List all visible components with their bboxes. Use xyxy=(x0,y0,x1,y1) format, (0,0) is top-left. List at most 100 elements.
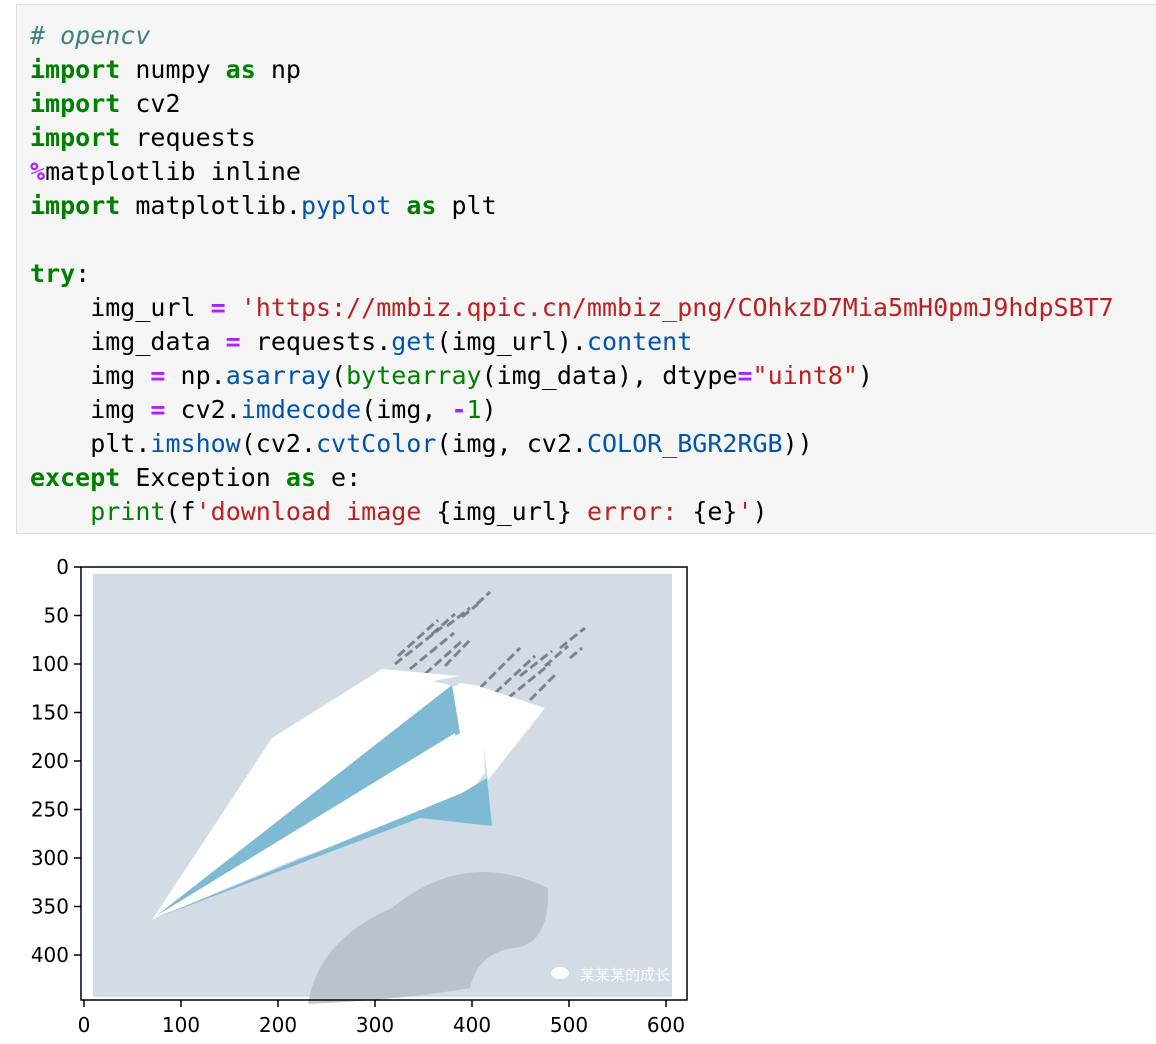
code-token: img xyxy=(30,361,151,390)
code-cell[interactable]: # opencv import numpy as np import cv2 impo… xyxy=(16,4,1156,534)
code-token: as xyxy=(225,55,256,84)
x-tick-label: 400 xyxy=(453,1013,491,1037)
code-token: = xyxy=(737,361,753,390)
code-token: )) xyxy=(782,429,813,458)
x-tick-label: 200 xyxy=(259,1013,297,1037)
code-token: (img_data), dtype xyxy=(481,361,738,390)
code-token: (img, xyxy=(361,395,452,424)
code-token: plt. xyxy=(30,429,151,458)
watermark-text: 某某某的成长 xyxy=(580,966,670,984)
code-line: print(f'download image {img_url} error: … xyxy=(30,495,768,529)
code-token: {e} xyxy=(692,497,738,526)
code-token: asarray xyxy=(225,361,332,390)
x-tick-label: 500 xyxy=(550,1013,588,1037)
code-token: (cv2. xyxy=(240,429,316,458)
code-line: import matplotlib.pyplot as plt xyxy=(30,189,497,223)
y-tick-label: 100 xyxy=(31,652,69,676)
code-token: COLOR_BGR2RGB xyxy=(586,429,783,458)
code-token: = xyxy=(150,395,166,424)
code-token: import xyxy=(30,123,121,152)
code-token: Exception xyxy=(120,463,286,492)
code-token: 'download image xyxy=(195,497,437,526)
output-plot: 某某某的成长 0 50 100 150 200 250 300 350 400 0 100 200 300… xyxy=(0,548,720,1044)
code-token: get xyxy=(391,327,437,356)
code-token: cv2. xyxy=(165,395,241,424)
code-token: imdecode xyxy=(240,395,362,424)
code-token: ) xyxy=(752,497,768,526)
code-token: import xyxy=(30,191,121,220)
code-token: = xyxy=(210,293,226,322)
code-line: plt.imshow(cv2.cvtColor(img, cv2.COLOR_B… xyxy=(30,427,813,461)
code-line: import numpy as np xyxy=(30,53,301,87)
code-token: img_url xyxy=(30,293,211,322)
code-token: % xyxy=(30,157,46,186)
image-plot: 某某某的成长 0 50 100 150 200 250 300 350 400 0 100 200 300… xyxy=(31,555,688,1037)
y-tick-label: 50 xyxy=(44,604,69,628)
code-token: : xyxy=(75,259,91,288)
code-token: ' xyxy=(737,497,753,526)
code-token: img_data xyxy=(30,327,226,356)
code-token: imshow xyxy=(150,429,241,458)
code-line: img_url = 'https://mmbiz.qpic.cn/mmbiz_p… xyxy=(30,291,1114,325)
watermark-icon xyxy=(551,967,569,979)
x-tick-label: 600 xyxy=(647,1013,685,1037)
code-token: img xyxy=(30,395,151,424)
code-line: import cv2 xyxy=(30,87,181,121)
y-tick-label: 300 xyxy=(31,846,69,870)
code-token: np. xyxy=(165,361,226,390)
y-tick-label: 350 xyxy=(31,895,69,919)
code-token: cvtColor xyxy=(316,429,437,458)
code-line: import requests xyxy=(30,121,256,155)
code-token: as xyxy=(285,463,316,492)
code-token: pyplot xyxy=(300,191,392,220)
code-token: ) xyxy=(481,395,497,424)
code-token: e: xyxy=(316,463,362,492)
y-tick-label: 200 xyxy=(31,749,69,773)
code-token: # opencv xyxy=(30,21,151,50)
y-tick-label: 0 xyxy=(56,555,69,579)
code-token: - xyxy=(451,395,467,424)
code-token: (f xyxy=(165,497,196,526)
x-tick-label: 0 xyxy=(78,1013,91,1037)
x-tick-label: 100 xyxy=(162,1013,200,1037)
code-line: img_data = requests.get(img_url).content xyxy=(30,325,692,359)
code-token: (img_url). xyxy=(436,327,587,356)
code-line: except Exception as e: xyxy=(30,461,361,495)
code-token: = xyxy=(225,327,241,356)
code-token: bytearray xyxy=(346,361,482,390)
code-token: numpy xyxy=(120,55,226,84)
code-token: matplotlib inline xyxy=(45,157,301,186)
code-token: except xyxy=(30,463,121,492)
y-tick-label: 250 xyxy=(31,798,69,822)
y-tick-label: 400 xyxy=(31,943,69,967)
code-token: import xyxy=(30,89,121,118)
code-line: img = cv2.imdecode(img, -1) xyxy=(30,393,497,427)
code-token: np xyxy=(255,55,301,84)
code-token: content xyxy=(586,327,693,356)
code-line: # opencv xyxy=(30,19,150,53)
y-tick-label: 150 xyxy=(31,701,69,725)
code-token: "uint8" xyxy=(752,361,858,390)
code-token: = xyxy=(150,361,166,390)
code-token: 'https://mmbiz.qpic.cn/mmbiz_png/COhkzD7… xyxy=(240,293,1114,322)
code-line: img = np.asarray(bytearray(img_data), dt… xyxy=(30,359,873,393)
code-line: try: xyxy=(30,257,90,291)
code-token: ( xyxy=(331,361,347,390)
code-token: requests. xyxy=(240,327,392,356)
code-token: import xyxy=(30,55,121,84)
code-token: {img_url} xyxy=(436,497,572,526)
code-token: cv2 xyxy=(120,89,181,118)
x-tick-label: 300 xyxy=(356,1013,394,1037)
code-token: 1 xyxy=(466,395,482,424)
code-token: try xyxy=(30,259,76,288)
code-token: (img, cv2. xyxy=(436,429,587,458)
code-line: %matplotlib inline xyxy=(30,155,301,189)
code-token: error: xyxy=(571,497,693,526)
code-token: matplotlib. xyxy=(120,191,301,220)
code-token: requests xyxy=(120,123,256,152)
code-token: as xyxy=(406,191,437,220)
code-token: ) xyxy=(857,361,873,390)
